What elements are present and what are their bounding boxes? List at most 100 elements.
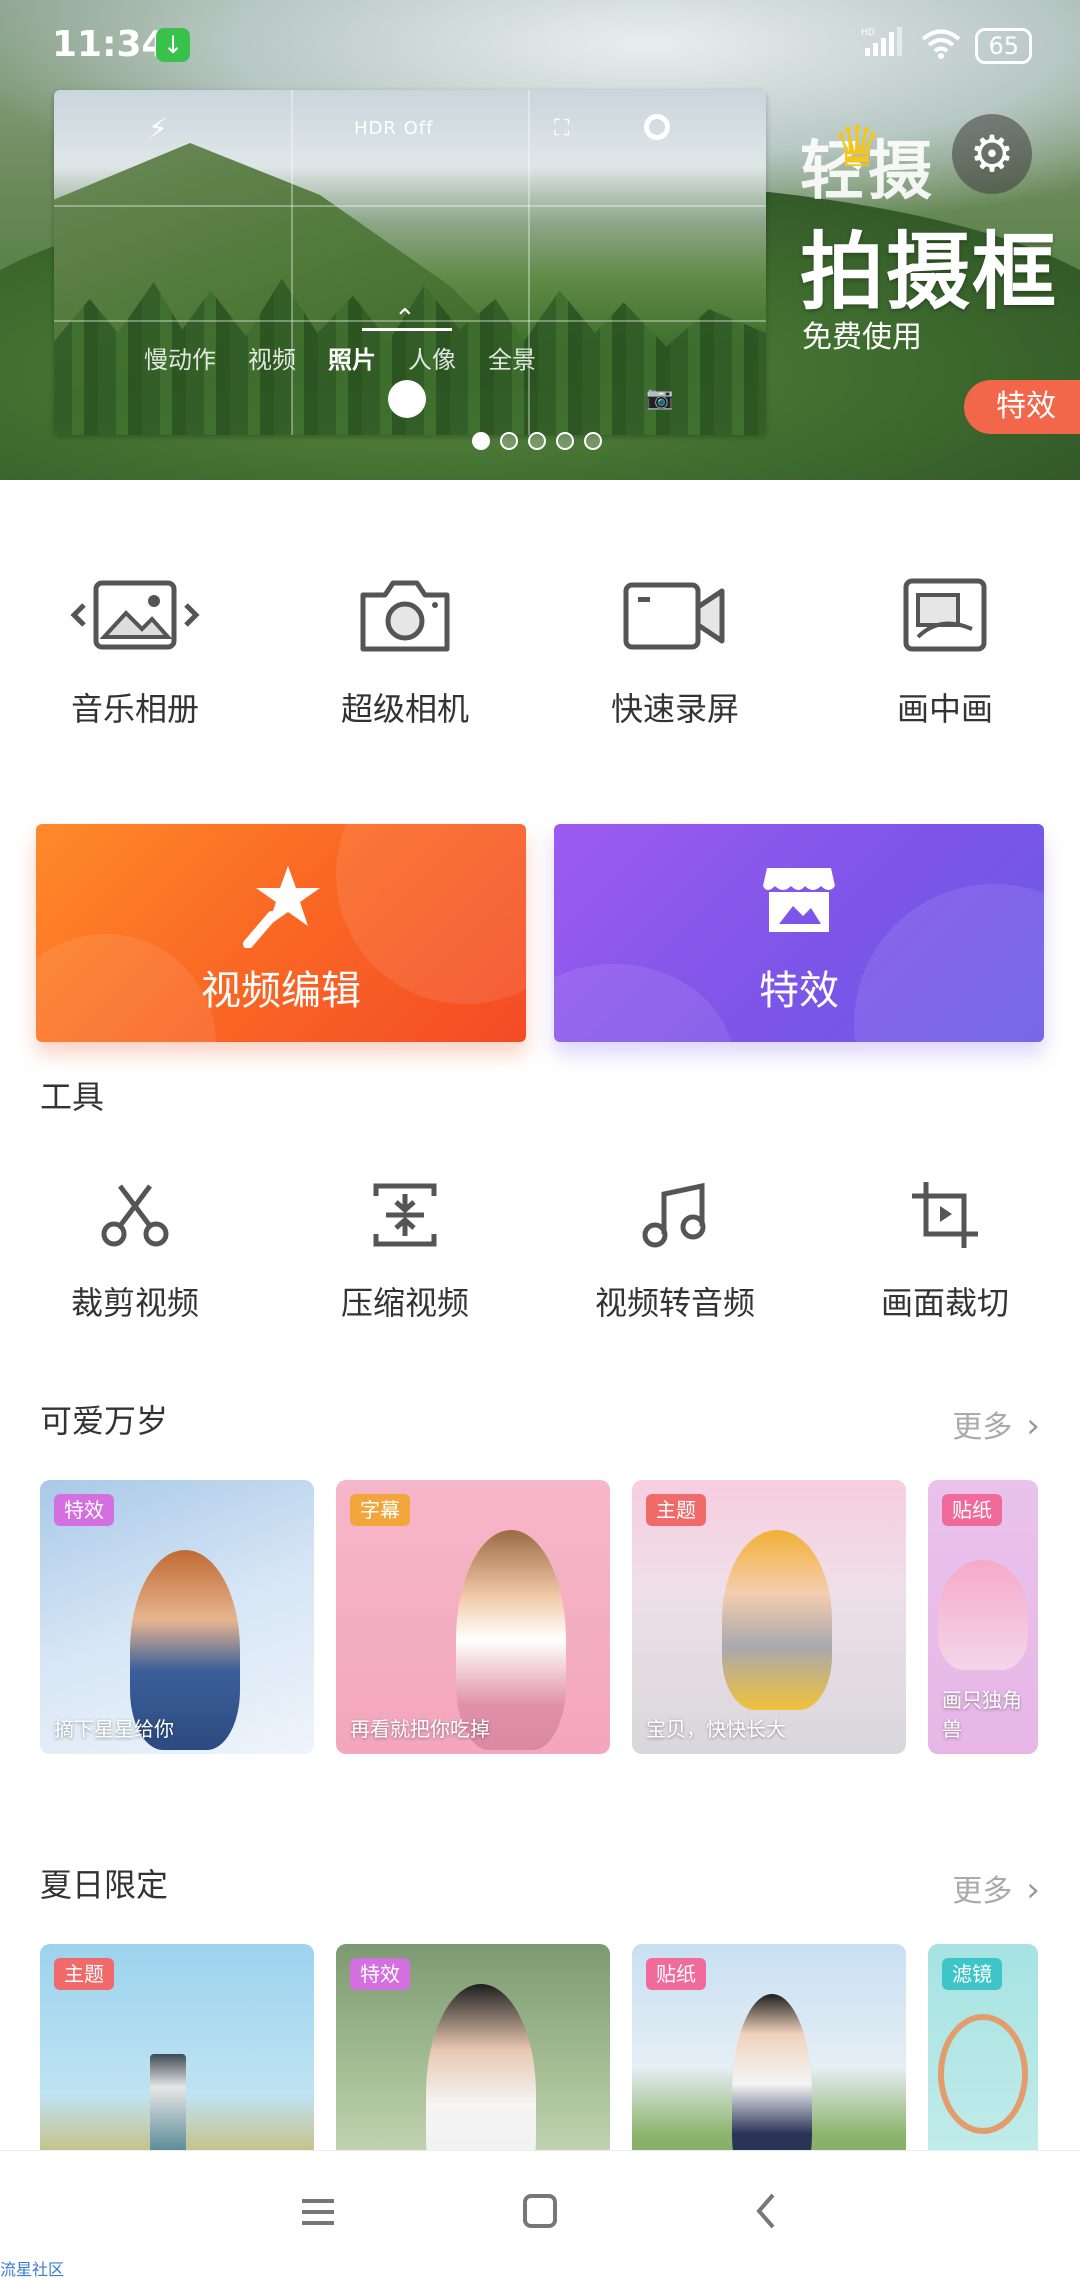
promo-title: 拍摄框 <box>800 223 1059 321</box>
aspect-icon: ⛶ <box>554 116 570 141</box>
status-time: 11:34 <box>52 24 167 65</box>
compress-icon <box>270 1170 540 1260</box>
promo-effect-tag[interactable]: 特效 <box>964 380 1080 434</box>
template-caption: 画只独角兽 <box>942 1688 1022 1741</box>
system-nav-bar <box>0 2150 1080 2280</box>
tool-crop-frame[interactable]: 画面裁切 <box>810 1170 1080 1324</box>
template-tag: 贴纸 <box>942 1494 1002 1526</box>
template-caption: 宝贝，快快长大 <box>646 1717 786 1741</box>
section-cute-list: 特效 摘下星星给你 字幕 再看就把你吃掉 主题 宝贝，快快长大 贴纸 画只独角兽 <box>40 1480 1040 1754</box>
tool-compress-video[interactable]: 压缩视频 <box>270 1170 540 1324</box>
chevron-right-icon: › <box>1026 1406 1040 1446</box>
template-tag: 贴纸 <box>646 1958 706 1990</box>
template-caption: 摘下星星给你 <box>54 1717 174 1741</box>
template-card[interactable]: 主题 <box>40 1944 314 2150</box>
template-card[interactable]: 字幕 再看就把你吃掉 <box>336 1480 610 1754</box>
quick-action-label: 画中画 <box>896 690 993 728</box>
promo-banner[interactable]: 11:34 ↓ HD 65 ⚡ HDR Off ⛶ ⌃ 慢动作 视频 照片 人像… <box>0 0 1080 480</box>
camera-small-icon: 📷 <box>646 386 674 411</box>
template-caption: 再看就把你吃掉 <box>350 1717 490 1741</box>
music-album-icon <box>0 560 270 670</box>
video-edit-label: 视频编辑 <box>201 968 361 1014</box>
camera-preview-card: ⚡ HDR Off ⛶ ⌃ 慢动作 视频 照片 人像 全景 📷 <box>54 90 766 435</box>
tool-cut-video[interactable]: 裁剪视频 <box>0 1170 270 1324</box>
effects-store-icon <box>554 858 1044 955</box>
template-card[interactable]: 特效 摘下星星给你 <box>40 1480 314 1754</box>
back-icon[interactable] <box>736 2191 796 2241</box>
section-cute-title: 可爱万岁 <box>40 1402 169 1440</box>
tools-section-title: 工具 <box>40 1078 105 1116</box>
flash-icon: ⚡ <box>148 112 168 145</box>
hdr-label: HDR Off <box>354 118 434 139</box>
carousel-dots <box>472 432 602 450</box>
video-edit-card[interactable]: 视频编辑 <box>36 824 526 1042</box>
section-summer-title: 夏日限定 <box>40 1866 169 1904</box>
quick-action-label: 音乐相册 <box>70 690 199 728</box>
quick-action-screen-record[interactable]: 快速录屏 <box>540 560 810 740</box>
quick-action-label: 超级相机 <box>340 690 469 728</box>
quick-action-pip[interactable]: 画中画 <box>810 560 1080 740</box>
more-label: 更多 <box>952 1874 1013 1909</box>
home-icon[interactable] <box>510 2191 570 2241</box>
wifi-icon <box>921 28 961 64</box>
template-card[interactable]: 贴纸 画只独角兽 <box>928 1480 1038 1754</box>
section-summer-more[interactable]: 更多 › <box>952 1866 1040 1910</box>
shutter-icon <box>388 380 426 418</box>
magic-wand-icon <box>36 858 526 965</box>
chevron-right-icon: › <box>1026 1870 1040 1910</box>
template-card[interactable]: 贴纸 <box>632 1944 906 2150</box>
template-tag: 特效 <box>54 1494 114 1526</box>
battery-indicator: 65 <box>975 27 1032 64</box>
template-tag: 主题 <box>54 1958 114 1990</box>
template-card[interactable]: 特效 <box>336 1944 610 2150</box>
camera-icon <box>270 560 540 670</box>
watermark-text: 流星社区 <box>0 2260 65 2279</box>
template-card[interactable]: 主题 宝贝，快快长大 <box>632 1480 906 1754</box>
tool-label: 裁剪视频 <box>70 1284 199 1322</box>
camera-mode: 慢动作 <box>144 346 216 374</box>
template-tag: 滤镜 <box>942 1958 1002 1990</box>
carousel-dot <box>472 432 490 450</box>
tools-grid: 裁剪视频 压缩视频 视频转音频 画面裁切 <box>0 1170 1080 1324</box>
carousel-dot <box>500 432 518 450</box>
status-indicators: HD 65 <box>861 26 1032 65</box>
settings-gear-icon[interactable]: ⚙ <box>952 114 1032 194</box>
status-bar: 11:34 ↓ HD 65 <box>0 0 1080 90</box>
template-tag: 特效 <box>350 1958 410 1990</box>
promo-free-text: 免费使用 <box>802 320 922 355</box>
tool-label: 压缩视频 <box>340 1284 469 1322</box>
crop-icon <box>810 1170 1080 1260</box>
tool-video-to-audio[interactable]: 视频转音频 <box>540 1170 810 1324</box>
tool-label: 视频转音频 <box>594 1284 755 1322</box>
effects-card[interactable]: 特效 <box>554 824 1044 1042</box>
carousel-dot <box>556 432 574 450</box>
screen-record-icon <box>540 560 810 670</box>
carousel-dot <box>528 432 546 450</box>
carousel-dot <box>584 432 602 450</box>
scissors-icon <box>0 1170 270 1260</box>
effects-label: 特效 <box>759 968 839 1014</box>
camera-modes: 慢动作 视频 照片 人像 全景 <box>144 340 744 375</box>
camera-mode: 全景 <box>488 346 536 374</box>
template-tag: 字幕 <box>350 1494 410 1526</box>
template-card[interactable]: 滤镜 <box>928 1944 1038 2150</box>
camera-mode-active: 照片 <box>328 346 376 374</box>
quick-action-label: 快速录屏 <box>610 690 739 728</box>
tool-label: 画面裁切 <box>880 1284 1009 1322</box>
template-tag: 主题 <box>646 1494 706 1526</box>
svg-text:HD: HD <box>861 28 875 38</box>
signal-icon: HD <box>861 26 907 65</box>
quick-action-super-camera[interactable]: 超级相机 <box>270 560 540 740</box>
quick-actions: 音乐相册 超级相机 快速录屏 画中画 <box>0 560 1080 740</box>
music-note-icon <box>540 1170 810 1260</box>
picture-in-picture-icon <box>810 560 1080 670</box>
quick-action-music-album[interactable]: 音乐相册 <box>0 560 270 740</box>
section-cute-more[interactable]: 更多 › <box>952 1402 1040 1446</box>
live-icon <box>644 114 670 140</box>
section-summer-list: 主题 特效 贴纸 滤镜 <box>40 1944 1040 2150</box>
crown-icon: ♛ <box>832 115 883 180</box>
download-icon: ↓ <box>156 28 190 62</box>
camera-mode: 视频 <box>248 346 296 374</box>
camera-mode: 人像 <box>408 346 456 374</box>
menu-icon[interactable] <box>288 2191 348 2241</box>
